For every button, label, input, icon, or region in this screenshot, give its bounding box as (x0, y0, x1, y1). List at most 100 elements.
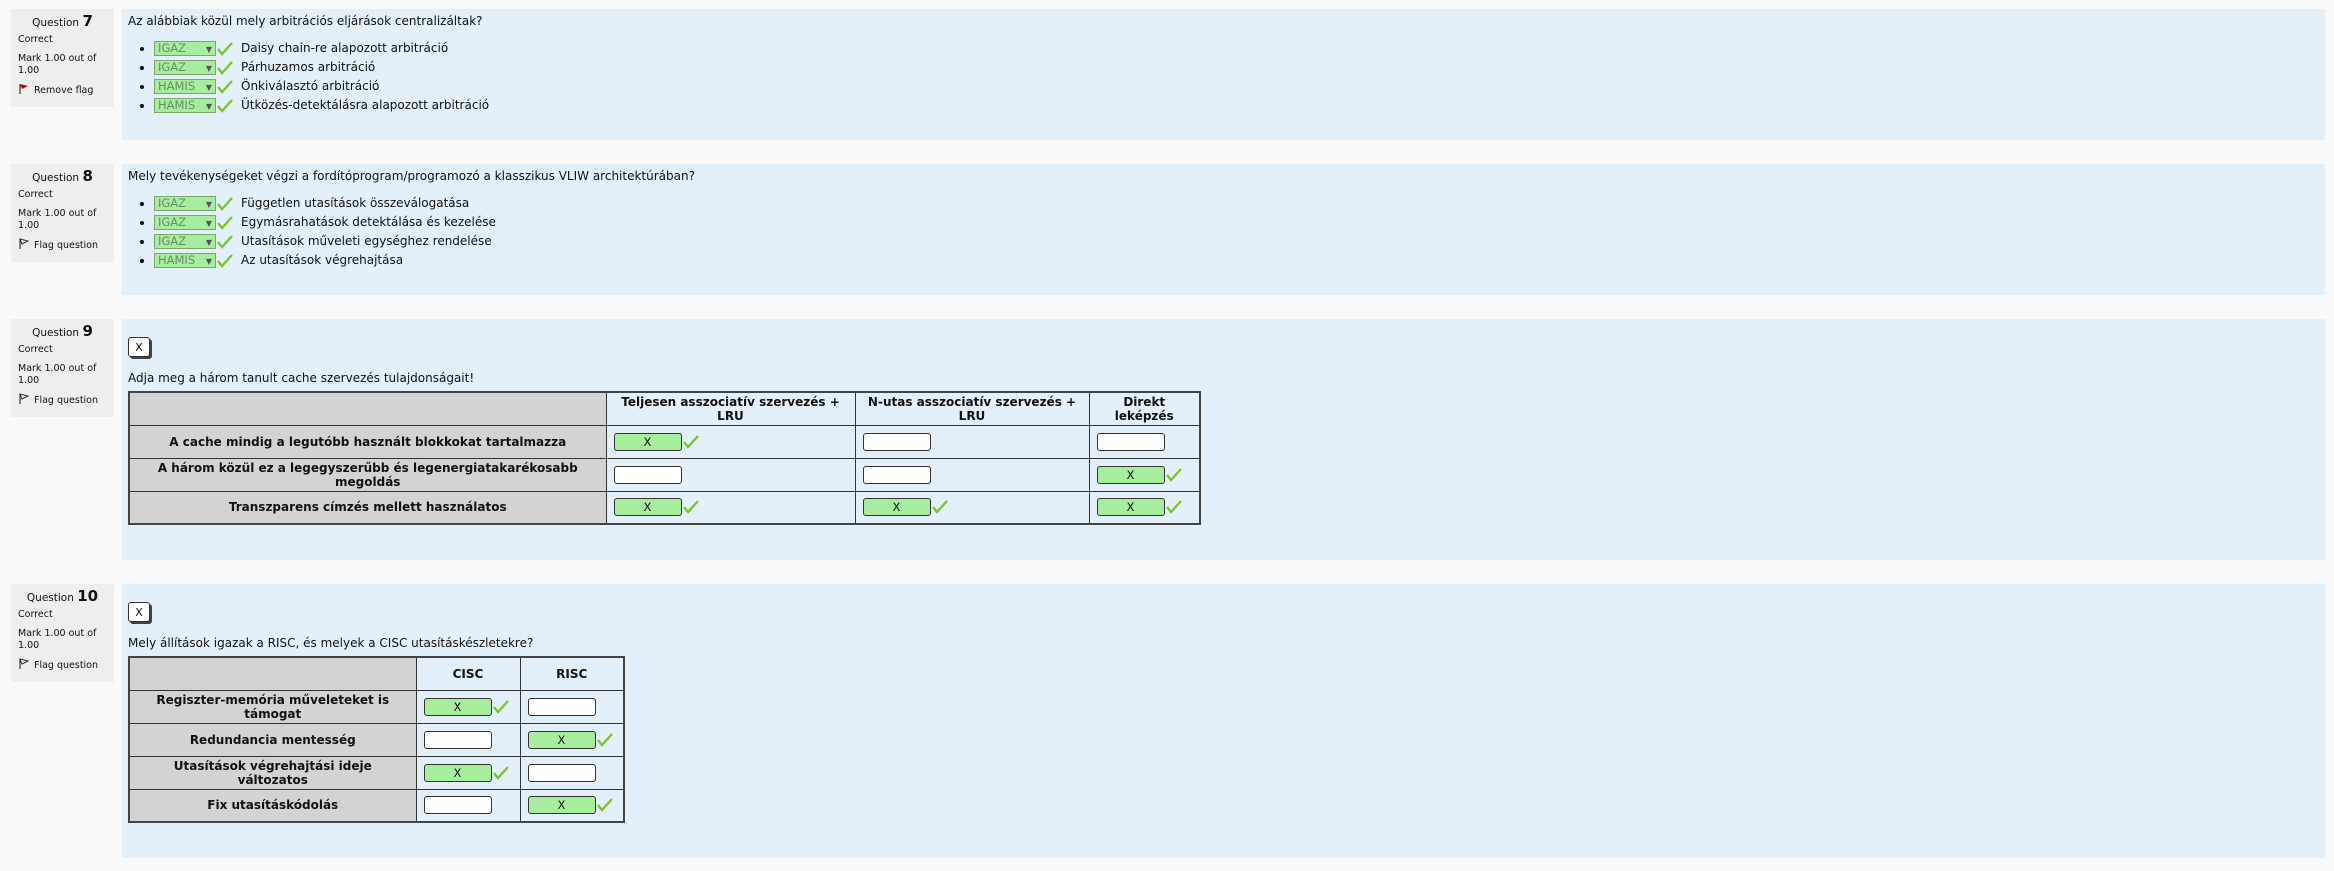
truth-select[interactable]: HAMIS ▼ (154, 253, 216, 268)
row-header: Regiszter-memória műveleteket is támogat (128, 689, 417, 724)
table-row: A cache mindig a legutóbb használt blokk… (128, 424, 1201, 459)
flag-question-button[interactable]: Flag question (18, 658, 107, 674)
truth-select[interactable]: IGAZ ▼ (154, 41, 216, 56)
row-header: Transzparens címzés mellett használatos (128, 490, 607, 525)
answer-input[interactable]: X (423, 697, 492, 716)
correct-check-icon (682, 500, 699, 515)
question-content: X Adja meg a három tanult cache szervezé… (122, 319, 2325, 560)
grid-cell: X (415, 755, 521, 790)
grid-cell (519, 689, 625, 724)
question-text: Adja meg a három tanult cache szervezés … (128, 371, 475, 385)
grid-cell: X (605, 424, 856, 459)
question-state: Correct (18, 609, 53, 620)
answer-label: Független utasítások összeválogatása (241, 196, 470, 210)
list-item: HAMIS▼ Önkiválasztó arbitráció (154, 78, 2319, 97)
answer-input[interactable]: X (1096, 498, 1165, 517)
answer-input[interactable] (1096, 432, 1165, 451)
correct-check-icon (1165, 467, 1182, 482)
dropdown-arrow-icon: ▼ (205, 83, 212, 92)
grid-cell (415, 788, 521, 823)
clear-button[interactable]: X (128, 337, 150, 357)
column-header: N-utas asszociatív szervezés + LRU (854, 391, 1090, 426)
question-info: Question 8 Correct Mark 1.00 out of 1.00… (11, 164, 114, 262)
question-info: Question 10 Correct Mark 1.00 out of 1.0… (11, 584, 114, 682)
answer-input[interactable] (862, 465, 931, 484)
answer-label: Daisy chain-re alapozott arbitráció (241, 41, 449, 55)
question-mark: Mark 1.00 out of 1.00 (18, 208, 97, 231)
correct-check-icon (217, 234, 233, 249)
grid-cell: X (519, 788, 625, 823)
list-item: IGAZ▼ Párhuzamos arbitráció (154, 59, 2319, 78)
answer-input[interactable]: X (862, 498, 931, 517)
answer-input[interactable] (527, 697, 596, 716)
list-item: IGAZ▼ Egymásrahatások detektálása és keze… (154, 214, 2319, 233)
correct-check-icon (217, 196, 233, 211)
grid-cell: X (1088, 490, 1201, 525)
correct-check-icon (682, 434, 699, 449)
list-item: IGAZ▼ Daisy chain-re alapozott arbitráció (154, 40, 2319, 59)
truth-select[interactable]: HAMIS ▼ (154, 79, 216, 94)
answer-input[interactable]: X (613, 432, 682, 451)
clear-button[interactable]: X (128, 602, 150, 622)
dropdown-arrow-icon: ▼ (205, 219, 212, 228)
flag-question-button[interactable]: Flag question (18, 393, 107, 409)
question-text: Mely tevékenységeket végzi a fordítóprog… (128, 169, 695, 183)
grid-cell: X (605, 490, 856, 525)
correct-check-icon (217, 41, 233, 56)
answer-input[interactable]: X (613, 498, 682, 517)
remove-flag-button[interactable]: Remove flag (18, 83, 107, 99)
question-state: Correct (18, 189, 53, 200)
grid-corner (128, 391, 607, 426)
row-header: A három közül ez a legegyszerűbb és lege… (128, 457, 607, 492)
answer-input[interactable]: X (527, 730, 596, 749)
correct-check-icon (931, 500, 948, 515)
truth-select[interactable]: IGAZ ▼ (154, 196, 216, 211)
column-header: Teljesen asszociatív szervezés + LRU (605, 391, 856, 426)
answer-input[interactable]: X (527, 796, 596, 815)
answer-input[interactable] (527, 763, 596, 782)
question-mark: Mark 1.00 out of 1.00 (18, 363, 97, 386)
dropdown-arrow-icon: ▼ (205, 200, 212, 209)
answer-input[interactable]: X (1096, 465, 1165, 484)
answer-label: Az utasítások végrehajtása (241, 253, 404, 267)
answer-input[interactable] (862, 432, 931, 451)
answer-label: Ütközés-detektálásra alapozott arbitráci… (241, 98, 490, 112)
truth-select[interactable]: IGAZ ▼ (154, 215, 216, 230)
answer-input[interactable] (423, 796, 492, 815)
answer-input[interactable] (423, 730, 492, 749)
question-number: Question 8 (32, 167, 93, 185)
question-number: Question 10 (26, 587, 99, 605)
list-item: IGAZ▼ Utasítások műveleti egységhez rende… (154, 233, 2319, 252)
column-header: RISC (519, 656, 625, 691)
question-mark: Mark 1.00 out of 1.00 (18, 628, 97, 651)
question-info: Question 9 Correct Mark 1.00 out of 1.00… (11, 319, 114, 417)
row-header: Redundancia mentesség (128, 722, 417, 757)
question-content: Az alábbiak közül mely arbitrációs eljár… (122, 9, 2325, 140)
table-row: Regiszter-memória műveleteket is támogat… (128, 689, 625, 724)
dropdown-arrow-icon: ▼ (205, 257, 212, 266)
truth-select[interactable]: IGAZ ▼ (154, 234, 216, 249)
correct-check-icon (217, 98, 233, 113)
answer-input[interactable] (613, 465, 682, 484)
question-number: Question 9 (32, 322, 93, 340)
flag-question-button[interactable]: Flag question (18, 238, 107, 254)
grid-cell (1088, 424, 1201, 459)
grid-cell: X (854, 490, 1090, 525)
table-row: Transzparens címzés mellett használatos … (128, 490, 1201, 525)
answer-input[interactable]: X (423, 763, 492, 782)
question-text: Mely állítások igazak a RISC, és melyek … (128, 636, 534, 650)
dropdown-arrow-icon: ▼ (205, 102, 212, 111)
answer-label: Egymásrahatások detektálása és kezelése (241, 215, 496, 229)
correct-check-icon (217, 60, 233, 75)
grid-cell (854, 457, 1090, 492)
flag-icon (18, 658, 30, 674)
correct-check-icon (492, 765, 509, 780)
question-text: Az alábbiak közül mely arbitrációs eljár… (128, 14, 483, 28)
correct-check-icon (1165, 500, 1182, 515)
grid-cell (415, 722, 521, 757)
truth-select[interactable]: HAMIS ▼ (154, 98, 216, 113)
truth-select[interactable]: IGAZ ▼ (154, 60, 216, 75)
dropdown-arrow-icon: ▼ (205, 64, 212, 73)
flag-icon (18, 393, 30, 409)
answer-label: Párhuzamos arbitráció (241, 60, 376, 74)
